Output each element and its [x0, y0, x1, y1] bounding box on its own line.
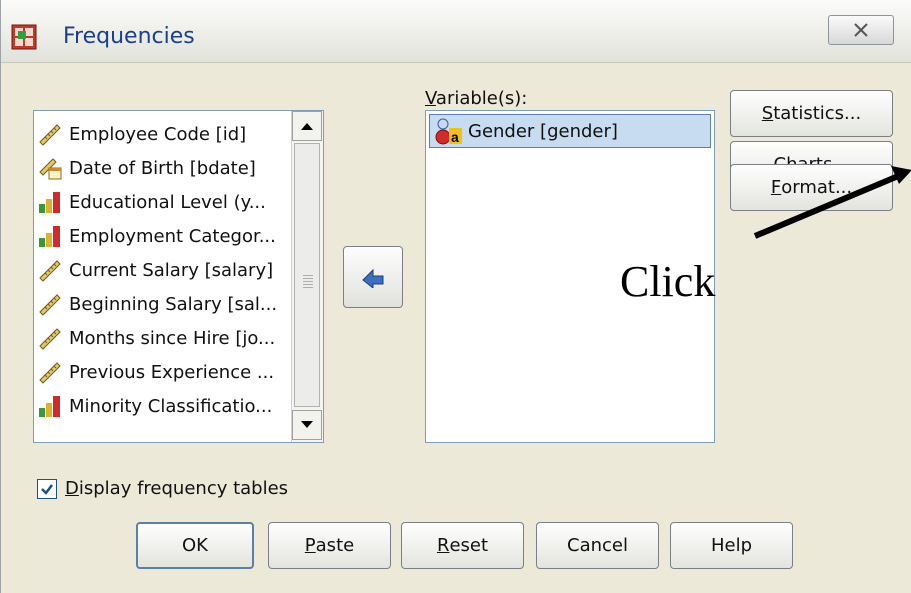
source-list-scrollbar[interactable]	[291, 111, 323, 442]
scroll-down-button[interactable]	[292, 410, 322, 440]
ok-button[interactable]: OK	[136, 522, 254, 569]
list-item[interactable]: Months since Hire [jo...	[34, 321, 275, 355]
close-icon	[854, 23, 868, 37]
reset-button[interactable]: Reset	[401, 522, 524, 569]
list-item[interactable]: Minority Classificatio...	[34, 389, 272, 423]
window-title: Frequencies	[63, 24, 195, 49]
list-item[interactable]: Date of Birth [bdate]	[34, 151, 256, 185]
grip-icon	[303, 274, 313, 288]
list-item[interactable]: Current Salary [salary]	[34, 253, 273, 287]
source-variable-list[interactable]: Employee Code [id] Date of Birth [bdate]…	[33, 110, 324, 443]
svg-text:a: a	[451, 129, 459, 145]
list-item[interactable]: Employment Categor...	[34, 219, 276, 253]
close-button[interactable]	[828, 15, 894, 45]
list-item[interactable]: Educational Level (y...	[34, 185, 266, 219]
annotation-arrow-icon	[753, 166, 911, 239]
click-annotation: Click	[620, 257, 716, 306]
display-frequency-tables-option[interactable]: Display frequency tables	[37, 478, 288, 499]
nominal-icon: a	[435, 118, 462, 145]
ruler-icon	[39, 260, 61, 282]
display-frequency-tables-checkbox[interactable]	[37, 478, 57, 499]
list-item[interactable]: a Gender [gender]	[429, 114, 711, 148]
arrow-left-icon	[362, 268, 384, 288]
ruler-icon	[39, 124, 61, 146]
bar-chart-icon	[39, 396, 60, 417]
list-item[interactable]: Beginning Salary [sal...	[34, 287, 277, 321]
scroll-up-button[interactable]	[292, 111, 322, 141]
date-ruler-icon	[39, 158, 62, 180]
bar-chart-icon	[39, 226, 60, 247]
variables-label: Variable(s):	[425, 88, 528, 109]
list-item[interactable]: Employee Code [id]	[34, 117, 246, 151]
ruler-icon	[39, 362, 61, 384]
arrow-up-icon	[301, 123, 313, 130]
list-item[interactable]: Previous Experience ...	[34, 355, 274, 389]
ruler-icon	[39, 294, 61, 316]
bar-chart-icon	[39, 192, 60, 213]
help-button[interactable]: Help	[670, 522, 793, 569]
title-bar: Frequencies	[1, 0, 911, 63]
app-icon	[11, 24, 37, 50]
statistics-button[interactable]: Statistics...	[730, 90, 893, 137]
paste-button[interactable]: Paste	[268, 522, 391, 569]
scroll-thumb[interactable]	[294, 143, 320, 407]
move-variable-button[interactable]	[343, 246, 403, 308]
cancel-button[interactable]: Cancel	[536, 522, 659, 569]
frequencies-dialog: Frequencies Employee Code [id] Date of B…	[0, 0, 911, 593]
checkmark-icon	[41, 483, 53, 495]
arrow-down-icon	[301, 421, 313, 428]
ruler-icon	[39, 328, 61, 350]
